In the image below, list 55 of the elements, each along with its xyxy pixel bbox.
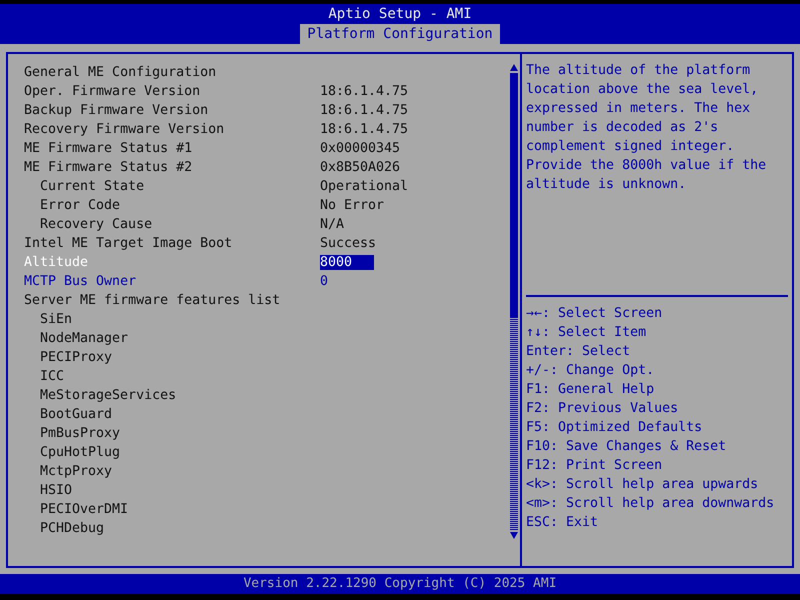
setting-label: NodeManager [40,331,130,346]
key-help-line: Enter: Select [526,343,632,361]
setting-label: Error Code [40,198,122,213]
info-value: 0x8B50A026 [320,160,400,175]
setting-label: SiEn [40,312,74,327]
setting-label: Current State [40,179,146,194]
setting-label[interactable]: MCTP Bus Owner [24,274,320,289]
key-help-line: F2: Previous Values [526,400,680,418]
scrollbar-thumb[interactable] [510,73,518,318]
key-help-line: ESC: Exit [526,514,600,532]
setting-label: Intel ME Target Image Boot [24,236,234,251]
info-value: Success [320,236,376,251]
setting-label: Recovery Cause [40,217,154,232]
setting-label: ICC [40,369,66,384]
status-bar: Version 2.22.1290 Copyright (C) 2025 AMI [0,574,800,594]
key-help-line: +/-: Change Opt. [526,362,656,380]
tab[interactable]: Platform Configuration [300,24,500,44]
key-help-line: ↑↓: Select Item [526,324,648,342]
key-help-line: F5: Optimized Defaults [526,419,704,437]
help-text: The altitude of the platform location above the sea level, expressed in meters. The hex number is decoded as 2's complement signed integer. Provide the 8000h value if the altitude is unknown. [526,62,768,194]
info-value: 18:6.1.4.75 [320,84,408,99]
window-title: Aptio Setup - AMI [328,5,472,24]
setting-label: CpuHotPlug [40,445,122,460]
setting-label: PECIOverDMI [40,502,130,517]
info-value: N/A [320,217,344,232]
setting-label: ME Firmware Status #1 [24,141,194,156]
key-help-line: <k>: Scroll help area upwards [526,476,760,494]
info-value: 18:6.1.4.75 [320,103,408,118]
scroll-up-icon[interactable] [510,63,518,71]
key-help-line: F10: Save Changes & Reset [526,438,728,456]
info-value: 18:6.1.4.75 [320,122,408,137]
key-help-line: →←: Select Screen [526,305,664,323]
key-help-line: F1: General Help [526,381,656,399]
setting-label: ME Firmware Status #2 [24,160,194,175]
key-help-line: <m>: Scroll help area downwards [526,495,776,513]
setting-label: HSIO [40,483,74,498]
scrollbar-track[interactable] [510,73,518,530]
setting-label: PCHDebug [40,521,106,536]
setting-label: Oper. Firmware Version [24,84,202,99]
setting-label: PmBusProxy [40,426,122,441]
setting-label: MctpProxy [40,464,114,479]
setting-label: Recovery Firmware Version [24,122,226,137]
setting-label: General ME Configuration [24,65,218,80]
info-value: No Error [320,198,384,213]
setting-label: Backup Firmware Version [24,103,210,118]
setting-label: Server ME firmware features list [24,293,282,308]
setting-label: PECIProxy [40,350,114,365]
info-value: Operational [320,179,408,194]
key-help-line: F12: Print Screen [526,457,664,475]
scroll-down-icon[interactable] [510,532,518,540]
setting-value[interactable]: 0 [320,274,328,289]
setting-label: MeStorageServices [40,388,178,403]
info-value: 0x00000345 [320,141,400,156]
setting-value[interactable]: 8000 [320,255,374,270]
setting-label: BootGuard [40,407,114,422]
